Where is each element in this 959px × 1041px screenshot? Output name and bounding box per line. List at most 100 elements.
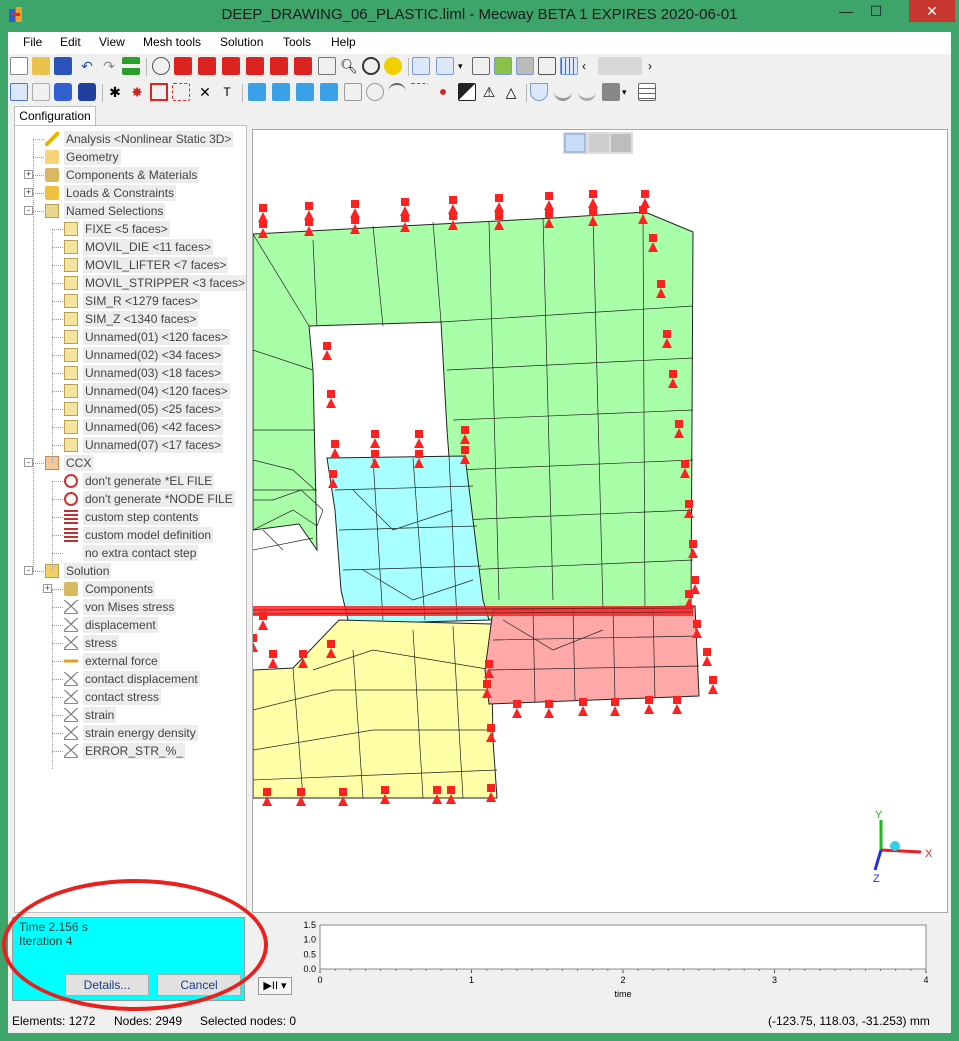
- select-face-icon[interactable]: [78, 83, 96, 101]
- view-back-icon[interactable]: [198, 57, 216, 75]
- face-selection-icon: [64, 258, 78, 272]
- constraint-marker-box: [447, 786, 455, 794]
- scroll-right-icon[interactable]: ›: [648, 57, 666, 75]
- toolbar-scrollbar[interactable]: [598, 57, 642, 75]
- box-select-icon[interactable]: [150, 83, 168, 101]
- show-nodes-icon[interactable]: [436, 57, 454, 75]
- menu-mesh-tools[interactable]: Mesh tools: [143, 35, 201, 49]
- tree-item-label: CCX: [64, 455, 94, 471]
- shell-icon[interactable]: [530, 83, 548, 101]
- constraint-marker-box: [487, 784, 495, 792]
- constraint-marker-box: [589, 208, 597, 216]
- surface2-icon[interactable]: [578, 83, 596, 101]
- select-node-icon[interactable]: [32, 83, 50, 101]
- view-mode-shaded-icon[interactable]: [589, 134, 609, 152]
- face-selection-icon: [64, 366, 78, 380]
- expand-icon[interactable]: +: [24, 170, 33, 179]
- app-window: DEEP_DRAWING_06_PLASTIC.liml - Mecway BE…: [0, 0, 959, 1041]
- cancel-button[interactable]: Cancel: [157, 974, 241, 996]
- shaded-view-icon[interactable]: [494, 57, 512, 75]
- details-button[interactable]: Details...: [65, 974, 149, 996]
- axis-z-label: Z: [873, 873, 880, 885]
- pan-icon[interactable]: [384, 57, 402, 75]
- expand-icon[interactable]: +: [43, 584, 52, 593]
- film-icon[interactable]: [602, 83, 620, 101]
- constraint-marker-box: [461, 426, 469, 434]
- 3d-viewport[interactable]: Y X Z: [252, 129, 948, 913]
- open-folder-icon[interactable]: [32, 57, 50, 75]
- solver-time: Time 2.156 s: [19, 920, 88, 934]
- title-bar[interactable]: DEEP_DRAWING_06_PLASTIC.liml - Mecway BE…: [0, 0, 959, 32]
- mirror-icon[interactable]: [296, 83, 314, 101]
- mesh-canvas[interactable]: Y X Z: [253, 130, 947, 912]
- menu-edit[interactable]: Edit: [60, 35, 81, 49]
- triangle-icon[interactable]: △: [502, 83, 520, 101]
- collapse-icon[interactable]: -: [24, 206, 33, 215]
- undo-icon[interactable]: ↶: [78, 57, 96, 75]
- view-bottom-icon[interactable]: [294, 57, 312, 75]
- constraint-marker-box: [639, 206, 647, 214]
- zoom-icon[interactable]: 🔍︎: [340, 57, 358, 75]
- mesh-view-icon[interactable]: [560, 57, 578, 75]
- constraint-marker: [644, 704, 654, 714]
- scale-icon[interactable]: [320, 83, 338, 101]
- view-mode-solid-icon[interactable]: [611, 134, 631, 152]
- collapse-icon[interactable]: -: [24, 458, 33, 467]
- select-pointer-icon[interactable]: [10, 83, 28, 101]
- move-icon[interactable]: [248, 83, 266, 101]
- solve-icon[interactable]: [122, 57, 140, 75]
- new-file-icon[interactable]: [10, 57, 28, 75]
- copy-icon[interactable]: [272, 83, 290, 101]
- menu-help[interactable]: Help: [331, 35, 356, 49]
- selected-nodes: Selected nodes: 0: [200, 1014, 297, 1028]
- revolve-icon[interactable]: [366, 83, 384, 101]
- model-tree: Analysis <Nonlinear Static 3D> Geometry Co…: [14, 125, 247, 913]
- show-loads-icon[interactable]: [412, 57, 430, 75]
- menu-view[interactable]: View: [99, 35, 125, 49]
- view-right-icon[interactable]: [246, 57, 264, 75]
- select-element-icon[interactable]: [54, 83, 72, 101]
- close-button[interactable]: ✕: [909, 0, 955, 22]
- tree-item-label: don't generate *EL FILE: [83, 473, 215, 489]
- extrude-icon[interactable]: [344, 83, 362, 101]
- text-tool-icon[interactable]: T: [218, 83, 236, 101]
- menu-tools[interactable]: Tools: [283, 35, 311, 49]
- rotate-icon[interactable]: [362, 57, 380, 75]
- delete-icon[interactable]: ✕: [196, 83, 214, 101]
- node-star-icon[interactable]: ✸: [128, 83, 146, 101]
- warning-triangle-icon[interactable]: ⚠: [480, 83, 498, 101]
- constraint-marker: [578, 706, 588, 716]
- explode-icon[interactable]: ✱: [106, 83, 124, 101]
- save-icon[interactable]: [54, 57, 72, 75]
- view-left-icon[interactable]: [222, 57, 240, 75]
- sweep-icon[interactable]: [388, 83, 406, 101]
- table-icon[interactable]: [638, 83, 656, 101]
- zoom-fit-icon[interactable]: [318, 57, 336, 75]
- constraint-marker-box: [433, 786, 441, 794]
- constraint-marker-box: [589, 190, 597, 198]
- section-view-icon[interactable]: [472, 57, 490, 75]
- node-icon[interactable]: [434, 83, 452, 101]
- view-front-icon[interactable]: [174, 57, 192, 75]
- view-iso-icon[interactable]: [152, 57, 170, 75]
- constraint-marker-box: [323, 342, 331, 350]
- split-icon[interactable]: [458, 83, 476, 101]
- menu-file[interactable]: File: [23, 35, 42, 49]
- menu-solution[interactable]: Solution: [220, 35, 263, 49]
- view-top-icon[interactable]: [270, 57, 288, 75]
- solid-view-icon[interactable]: [516, 57, 534, 75]
- tab-configuration[interactable]: Configuration: [14, 106, 96, 126]
- loft-icon[interactable]: [410, 83, 428, 101]
- wireframe-view-icon[interactable]: [538, 57, 556, 75]
- view-mode-wire-icon[interactable]: [564, 133, 586, 153]
- mesh-yellow-blank: [253, 619, 498, 799]
- cube-select-icon[interactable]: [172, 83, 190, 101]
- minimize-button[interactable]: —: [832, 0, 860, 22]
- maximize-button[interactable]: ☐: [862, 0, 890, 22]
- expand-icon[interactable]: +: [24, 188, 33, 197]
- collapse-icon[interactable]: -: [24, 566, 33, 575]
- tree-item-label: ERROR_STR_%_: [83, 743, 186, 759]
- play-pause-button[interactable]: ▶II ▾: [258, 977, 292, 995]
- surface-icon[interactable]: [554, 83, 572, 101]
- redo-icon[interactable]: ↷: [100, 57, 118, 75]
